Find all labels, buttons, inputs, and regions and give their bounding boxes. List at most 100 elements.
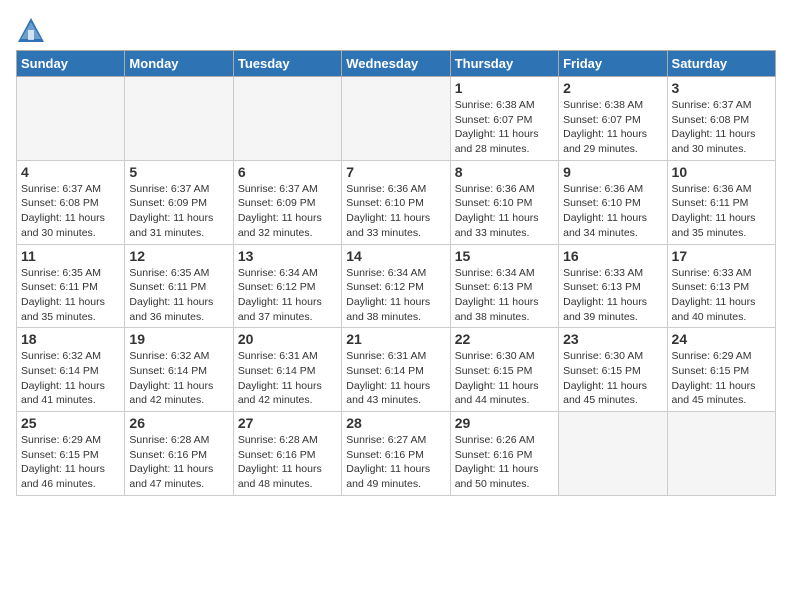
day-header-tuesday: Tuesday [233, 51, 341, 77]
day-number: 29 [455, 415, 554, 431]
day-number: 26 [129, 415, 228, 431]
day-number: 10 [672, 164, 771, 180]
day-info: Sunrise: 6:32 AM Sunset: 6:14 PM Dayligh… [21, 349, 120, 408]
day-info: Sunrise: 6:32 AM Sunset: 6:14 PM Dayligh… [129, 349, 228, 408]
day-info: Sunrise: 6:30 AM Sunset: 6:15 PM Dayligh… [563, 349, 662, 408]
calendar-cell: 4 Sunrise: 6:37 AM Sunset: 6:08 PM Daylig… [17, 160, 125, 244]
calendar-cell: 6 Sunrise: 6:37 AM Sunset: 6:09 PM Daylig… [233, 160, 341, 244]
calendar-cell: 16 Sunrise: 6:33 AM Sunset: 6:13 PM Dayli… [559, 244, 667, 328]
day-info: Sunrise: 6:28 AM Sunset: 6:16 PM Dayligh… [238, 433, 337, 492]
day-info: Sunrise: 6:38 AM Sunset: 6:07 PM Dayligh… [455, 98, 554, 157]
day-number: 9 [563, 164, 662, 180]
day-number: 14 [346, 248, 445, 264]
day-info: Sunrise: 6:37 AM Sunset: 6:08 PM Dayligh… [21, 182, 120, 241]
day-header-monday: Monday [125, 51, 233, 77]
day-number: 7 [346, 164, 445, 180]
day-info: Sunrise: 6:29 AM Sunset: 6:15 PM Dayligh… [21, 433, 120, 492]
day-info: Sunrise: 6:36 AM Sunset: 6:10 PM Dayligh… [346, 182, 445, 241]
calendar-cell: 7 Sunrise: 6:36 AM Sunset: 6:10 PM Daylig… [342, 160, 450, 244]
day-number: 11 [21, 248, 120, 264]
day-number: 22 [455, 331, 554, 347]
calendar-week-4: 25 Sunrise: 6:29 AM Sunset: 6:15 PM Dayli… [17, 412, 776, 496]
day-info: Sunrise: 6:35 AM Sunset: 6:11 PM Dayligh… [21, 266, 120, 325]
logo-icon [16, 16, 46, 46]
calendar-cell: 29 Sunrise: 6:26 AM Sunset: 6:16 PM Dayli… [450, 412, 558, 496]
day-number: 24 [672, 331, 771, 347]
calendar-cell: 13 Sunrise: 6:34 AM Sunset: 6:12 PM Dayli… [233, 244, 341, 328]
calendar-cell: 24 Sunrise: 6:29 AM Sunset: 6:15 PM Dayli… [667, 328, 775, 412]
day-info: Sunrise: 6:36 AM Sunset: 6:10 PM Dayligh… [455, 182, 554, 241]
day-number: 20 [238, 331, 337, 347]
day-number: 25 [21, 415, 120, 431]
day-info: Sunrise: 6:35 AM Sunset: 6:11 PM Dayligh… [129, 266, 228, 325]
calendar-cell: 18 Sunrise: 6:32 AM Sunset: 6:14 PM Dayli… [17, 328, 125, 412]
day-number: 2 [563, 80, 662, 96]
day-info: Sunrise: 6:30 AM Sunset: 6:15 PM Dayligh… [455, 349, 554, 408]
day-number: 8 [455, 164, 554, 180]
calendar-cell: 8 Sunrise: 6:36 AM Sunset: 6:10 PM Daylig… [450, 160, 558, 244]
calendar-cell: 11 Sunrise: 6:35 AM Sunset: 6:11 PM Dayli… [17, 244, 125, 328]
calendar-cell: 15 Sunrise: 6:34 AM Sunset: 6:13 PM Dayli… [450, 244, 558, 328]
day-header-friday: Friday [559, 51, 667, 77]
day-info: Sunrise: 6:37 AM Sunset: 6:09 PM Dayligh… [129, 182, 228, 241]
day-info: Sunrise: 6:38 AM Sunset: 6:07 PM Dayligh… [563, 98, 662, 157]
calendar-cell: 12 Sunrise: 6:35 AM Sunset: 6:11 PM Dayli… [125, 244, 233, 328]
day-number: 4 [21, 164, 120, 180]
day-number: 5 [129, 164, 228, 180]
day-info: Sunrise: 6:31 AM Sunset: 6:14 PM Dayligh… [238, 349, 337, 408]
day-info: Sunrise: 6:37 AM Sunset: 6:08 PM Dayligh… [672, 98, 771, 157]
calendar-header-row: SundayMondayTuesdayWednesdayThursdayFrid… [17, 51, 776, 77]
calendar-cell: 20 Sunrise: 6:31 AM Sunset: 6:14 PM Dayli… [233, 328, 341, 412]
day-number: 28 [346, 415, 445, 431]
day-info: Sunrise: 6:37 AM Sunset: 6:09 PM Dayligh… [238, 182, 337, 241]
calendar-cell: 14 Sunrise: 6:34 AM Sunset: 6:12 PM Dayli… [342, 244, 450, 328]
calendar-cell: 9 Sunrise: 6:36 AM Sunset: 6:10 PM Daylig… [559, 160, 667, 244]
calendar-cell: 26 Sunrise: 6:28 AM Sunset: 6:16 PM Dayli… [125, 412, 233, 496]
day-number: 21 [346, 331, 445, 347]
day-info: Sunrise: 6:26 AM Sunset: 6:16 PM Dayligh… [455, 433, 554, 492]
day-number: 15 [455, 248, 554, 264]
day-info: Sunrise: 6:31 AM Sunset: 6:14 PM Dayligh… [346, 349, 445, 408]
day-header-sunday: Sunday [17, 51, 125, 77]
calendar-cell: 10 Sunrise: 6:36 AM Sunset: 6:11 PM Dayli… [667, 160, 775, 244]
day-header-thursday: Thursday [450, 51, 558, 77]
header [16, 16, 776, 46]
day-info: Sunrise: 6:28 AM Sunset: 6:16 PM Dayligh… [129, 433, 228, 492]
day-info: Sunrise: 6:34 AM Sunset: 6:12 PM Dayligh… [346, 266, 445, 325]
calendar-cell: 27Sunrise: 6:28 AM Sunset: 6:16 PM Dayli… [233, 412, 341, 496]
day-number: 16 [563, 248, 662, 264]
day-number: 18 [21, 331, 120, 347]
calendar-cell: 1 Sunrise: 6:38 AM Sunset: 6:07 PM Daylig… [450, 77, 558, 161]
calendar-cell [667, 412, 775, 496]
day-number: 17 [672, 248, 771, 264]
day-info: Sunrise: 6:34 AM Sunset: 6:12 PM Dayligh… [238, 266, 337, 325]
calendar-cell [233, 77, 341, 161]
day-header-wednesday: Wednesday [342, 51, 450, 77]
calendar-cell: 22 Sunrise: 6:30 AM Sunset: 6:15 PM Dayli… [450, 328, 558, 412]
calendar-cell: 5 Sunrise: 6:37 AM Sunset: 6:09 PM Daylig… [125, 160, 233, 244]
logo [16, 16, 50, 46]
calendar-cell [125, 77, 233, 161]
day-number: 6 [238, 164, 337, 180]
day-info: Sunrise: 6:36 AM Sunset: 6:10 PM Dayligh… [563, 182, 662, 241]
calendar-cell: 21 Sunrise: 6:31 AM Sunset: 6:14 PM Dayli… [342, 328, 450, 412]
calendar-cell: 19Sunrise: 6:32 AM Sunset: 6:14 PM Dayli… [125, 328, 233, 412]
calendar-cell [559, 412, 667, 496]
calendar-cell: 17 Sunrise: 6:33 AM Sunset: 6:13 PM Dayli… [667, 244, 775, 328]
calendar-cell: 23 Sunrise: 6:30 AM Sunset: 6:15 PM Dayli… [559, 328, 667, 412]
calendar-week-2: 11 Sunrise: 6:35 AM Sunset: 6:11 PM Dayli… [17, 244, 776, 328]
day-info: Sunrise: 6:34 AM Sunset: 6:13 PM Dayligh… [455, 266, 554, 325]
calendar-cell: 2 Sunrise: 6:38 AM Sunset: 6:07 PM Daylig… [559, 77, 667, 161]
day-info: Sunrise: 6:36 AM Sunset: 6:11 PM Dayligh… [672, 182, 771, 241]
calendar-cell: 28 Sunrise: 6:27 AM Sunset: 6:16 PM Dayli… [342, 412, 450, 496]
calendar: SundayMondayTuesdayWednesdayThursdayFrid… [16, 50, 776, 496]
day-info: Sunrise: 6:29 AM Sunset: 6:15 PM Dayligh… [672, 349, 771, 408]
day-info: Sunrise: 6:33 AM Sunset: 6:13 PM Dayligh… [563, 266, 662, 325]
day-number: 23 [563, 331, 662, 347]
day-info: Sunrise: 6:27 AM Sunset: 6:16 PM Dayligh… [346, 433, 445, 492]
day-number: 13 [238, 248, 337, 264]
day-number: 12 [129, 248, 228, 264]
day-info: Sunrise: 6:33 AM Sunset: 6:13 PM Dayligh… [672, 266, 771, 325]
day-number: 1 [455, 80, 554, 96]
calendar-cell [342, 77, 450, 161]
